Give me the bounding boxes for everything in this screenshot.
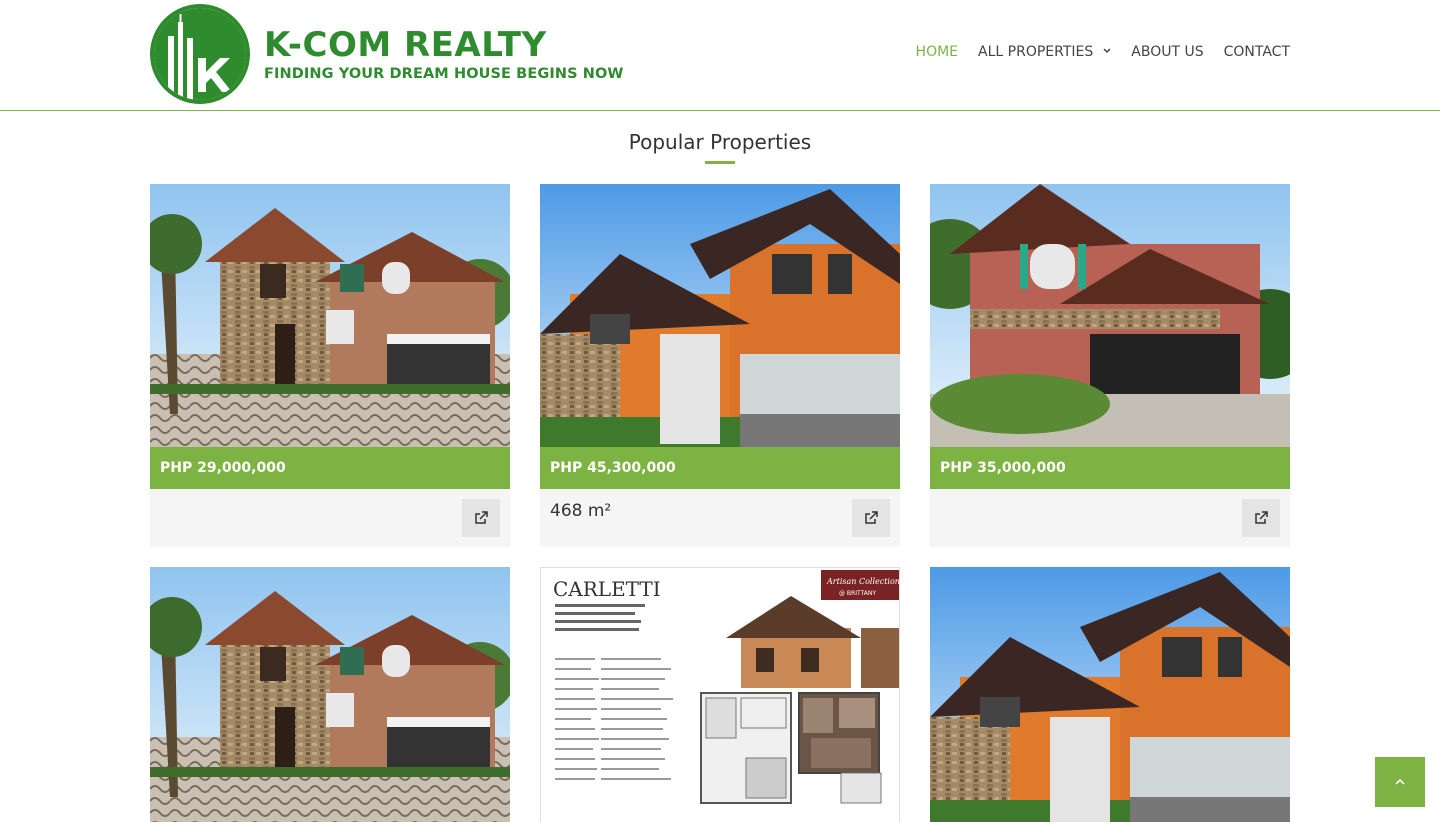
svg-text:Artisan Collection: Artisan Collection [826, 577, 900, 586]
price-bar: PHP 45,300,000 [540, 447, 900, 489]
property-photo[interactable] [930, 184, 1290, 447]
nav-about-us-label: ABOUT US [1131, 44, 1204, 60]
property-card[interactable] [150, 567, 510, 822]
nav-contact[interactable]: CONTACT [1224, 44, 1290, 60]
nav-all-properties-label: ALL PROPERTIES [978, 44, 1094, 60]
nav-contact-label: CONTACT [1223, 44, 1290, 60]
section-title: Popular Properties [628, 130, 812, 154]
brand-title: K-COM REALTY [264, 25, 547, 65]
property-card[interactable] [930, 567, 1290, 822]
plan-title: CARLETTI [553, 577, 661, 601]
chevron-down-icon [1103, 47, 1111, 57]
open-property-button[interactable] [852, 499, 890, 537]
title-underline [705, 161, 735, 164]
property-card[interactable]: PHP 29,000,000 [150, 184, 510, 547]
card-footer: 468 m² [540, 489, 900, 547]
card-footer [150, 489, 510, 547]
external-link-icon [1255, 511, 1268, 524]
property-photo[interactable]: CARLETTI Artisan Collection @ BRITTANY [540, 567, 900, 822]
property-photo[interactable] [150, 184, 510, 447]
card-footer [930, 489, 1290, 547]
floor-area: 468 m² [550, 501, 612, 521]
nav-home-label: HOME [915, 44, 959, 60]
main-nav: HOME ALL PROPERTIES ABOUT US CONTACT [896, 44, 1290, 60]
site-logo[interactable]: K-COM REALTY FINDING YOUR DREAM HOUSE BE… [150, 4, 624, 104]
svg-text:@ BRITTANY: @ BRITTANY [839, 590, 876, 597]
property-photo[interactable] [540, 184, 900, 447]
logo-mark-icon [150, 4, 250, 104]
scroll-to-top-button[interactable] [1375, 757, 1425, 807]
chevron-up-icon [1395, 779, 1405, 785]
property-card[interactable]: CARLETTI Artisan Collection @ BRITTANY [540, 567, 900, 822]
nav-about-us[interactable]: ABOUT US [1131, 44, 1203, 60]
nav-home[interactable]: HOME [916, 44, 958, 60]
price-bar: PHP 29,000,000 [150, 447, 510, 489]
property-card[interactable]: PHP 45,300,000 468 m² [540, 184, 900, 547]
property-card[interactable]: PHP 35,000,000 [930, 184, 1290, 547]
property-photo[interactable] [930, 567, 1290, 822]
nav-all-properties[interactable]: ALL PROPERTIES [978, 44, 1111, 60]
site-header: K-COM REALTY FINDING YOUR DREAM HOUSE BE… [0, 0, 1440, 111]
brand-tagline: FINDING YOUR DREAM HOUSE BEGINS NOW [264, 66, 624, 82]
property-photo[interactable] [150, 567, 510, 822]
open-property-button[interactable] [462, 499, 500, 537]
price-bar: PHP 35,000,000 [930, 447, 1290, 489]
external-link-icon [475, 511, 488, 524]
external-link-icon [865, 511, 878, 524]
open-property-button[interactable] [1242, 499, 1280, 537]
